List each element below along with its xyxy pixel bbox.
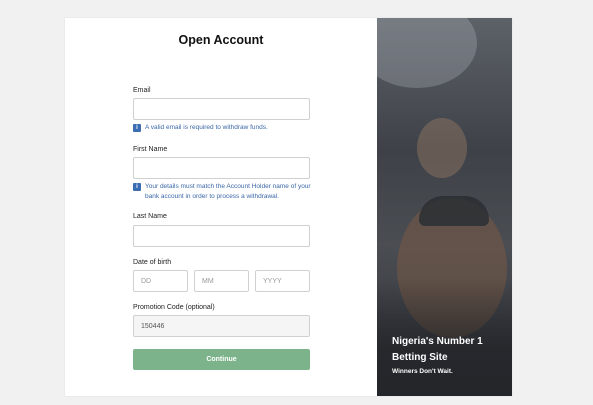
email-label: Email [133,87,151,94]
email-field[interactable] [133,98,310,120]
promo-code-label: Promotion Code (optional) [133,304,215,311]
continue-button[interactable]: Continue [133,349,310,370]
first-name-label: First Name [133,146,168,153]
dob-day-field[interactable] [133,270,188,292]
dob-month-field[interactable] [194,270,249,292]
promo-image-panel: Nigeria's Number 1 Betting Site Winners … [377,18,512,396]
dob-year-field[interactable] [255,270,310,292]
promo-code-field[interactable] [133,315,310,337]
first-name-hint-line1: Your details must match the Account Hold… [145,183,311,190]
email-hint: A valid email is required to withdraw fu… [145,124,268,131]
signup-form: Open Account Email i A valid email is re… [65,18,377,396]
last-name-label: Last Name [133,213,167,220]
info-icon: i [133,183,141,191]
crowd-background [377,18,477,88]
page-title: Open Account [178,33,264,47]
crowd-face [417,118,467,178]
first-name-hint-line2: bank account in order to process a withd… [145,193,280,200]
signup-card: Open Account Email i A valid email is re… [65,18,512,396]
first-name-field[interactable] [133,157,310,179]
fan-cap [419,196,489,226]
promo-tagline: Winners Don't Wait. [392,368,453,375]
info-icon: i [133,124,141,132]
last-name-field[interactable] [133,225,310,247]
promo-headline-line1: Nigeria's Number 1 [392,336,483,347]
dob-label: Date of birth [133,259,172,266]
promo-headline-line2: Betting Site [392,352,448,363]
